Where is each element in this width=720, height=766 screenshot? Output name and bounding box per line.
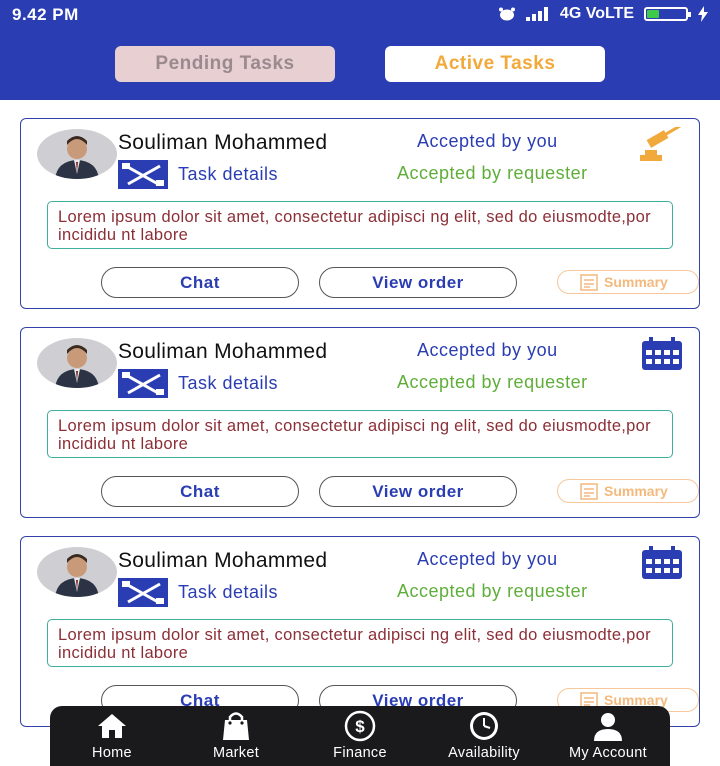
- accepted-by-you-status: Accepted by you: [417, 549, 558, 569]
- status-time: 9.42 PM: [12, 5, 79, 24]
- nav-finance[interactable]: $ Finance: [298, 706, 422, 766]
- requester-name: Souliman Mohammed: [118, 131, 328, 154]
- gavel-icon[interactable]: [637, 127, 687, 163]
- status-icons: 4G VoLTE: [498, 5, 708, 23]
- nav-market-label: Market: [212, 745, 260, 761]
- requester-name: Souliman Mohammed: [118, 340, 328, 363]
- chat-button[interactable]: Chat: [101, 267, 299, 298]
- person-portrait-icon: [55, 345, 99, 388]
- nav-availability[interactable]: Availability: [422, 706, 546, 766]
- summary-icon: [580, 483, 598, 500]
- tab-pending-tasks[interactable]: Pending Tasks: [115, 46, 335, 82]
- dollar-icon: $: [344, 710, 376, 742]
- status-bar: 9.42 PM 4G VoLTE: [0, 0, 720, 30]
- accepted-by-requester-status: Accepted by requester: [397, 581, 588, 601]
- nav-home-label: Home: [92, 745, 132, 761]
- user-icon: [594, 713, 622, 741]
- person-portrait-icon: [55, 136, 99, 179]
- home-icon: [98, 714, 126, 738]
- battery-icon: [644, 7, 691, 21]
- summary-icon: [580, 274, 598, 291]
- accepted-by-you-status: Accepted by you: [417, 131, 558, 151]
- task-description: Lorem ipsum dolor sit amet, consectetur …: [47, 619, 673, 667]
- nav-my-account-label: My Account: [569, 745, 647, 761]
- task-card: Souliman Mohammed Accepted by you Task d…: [20, 118, 700, 309]
- summary-button[interactable]: Summary: [557, 479, 699, 503]
- task-tools-icon: [118, 160, 168, 189]
- summary-button[interactable]: Summary: [557, 270, 699, 294]
- charging-icon: [698, 6, 708, 22]
- nav-availability-label: Availability: [448, 745, 520, 761]
- view-order-button[interactable]: View order: [319, 267, 517, 298]
- accepted-by-you-status: Accepted by you: [417, 340, 558, 360]
- svg-text:$: $: [355, 717, 365, 736]
- task-tools-icon: [118, 578, 168, 607]
- summary-label: Summary: [604, 274, 668, 290]
- requester-name: Souliman Mohammed: [118, 549, 328, 572]
- shopping-bag-icon: [223, 712, 249, 740]
- network-type: 4G VoLTE: [559, 5, 634, 22]
- summary-label: Summary: [604, 483, 668, 499]
- person-portrait-icon: [55, 554, 99, 597]
- calendar-icon[interactable]: [637, 336, 687, 372]
- task-card: Souliman Mohammed Accepted by you Task d…: [20, 536, 700, 727]
- task-details-link[interactable]: Task details: [178, 164, 278, 185]
- avatar[interactable]: [37, 547, 117, 597]
- chat-button[interactable]: Chat: [101, 476, 299, 507]
- tab-active-tasks[interactable]: Active Tasks: [385, 46, 605, 82]
- accepted-by-requester-status: Accepted by requester: [397, 163, 588, 183]
- battery-fill: [647, 10, 659, 18]
- nav-home[interactable]: Home: [50, 706, 174, 766]
- signal-icon: [525, 7, 548, 21]
- view-order-button[interactable]: View order: [319, 476, 517, 507]
- accepted-by-requester-status: Accepted by requester: [397, 372, 588, 392]
- battery-tip: [688, 12, 691, 17]
- nav-finance-label: Finance: [333, 745, 387, 761]
- avatar[interactable]: [37, 338, 117, 388]
- avatar[interactable]: [37, 129, 117, 179]
- task-description: Lorem ipsum dolor sit amet, consectetur …: [47, 201, 673, 249]
- task-card: Souliman Mohammed Accepted by you Task d…: [20, 327, 700, 518]
- nav-market[interactable]: Market: [174, 706, 298, 766]
- alarm-icon: [498, 7, 515, 21]
- task-tools-icon: [118, 369, 168, 398]
- clock-icon: [470, 712, 498, 740]
- calendar-icon[interactable]: [637, 545, 687, 581]
- bottom-navigation: Home Market $ Finance Availability My Ac…: [50, 706, 670, 766]
- task-description: Lorem ipsum dolor sit amet, consectetur …: [47, 410, 673, 458]
- task-details-link[interactable]: Task details: [178, 582, 278, 603]
- task-details-link[interactable]: Task details: [178, 373, 278, 394]
- nav-my-account[interactable]: My Account: [546, 706, 670, 766]
